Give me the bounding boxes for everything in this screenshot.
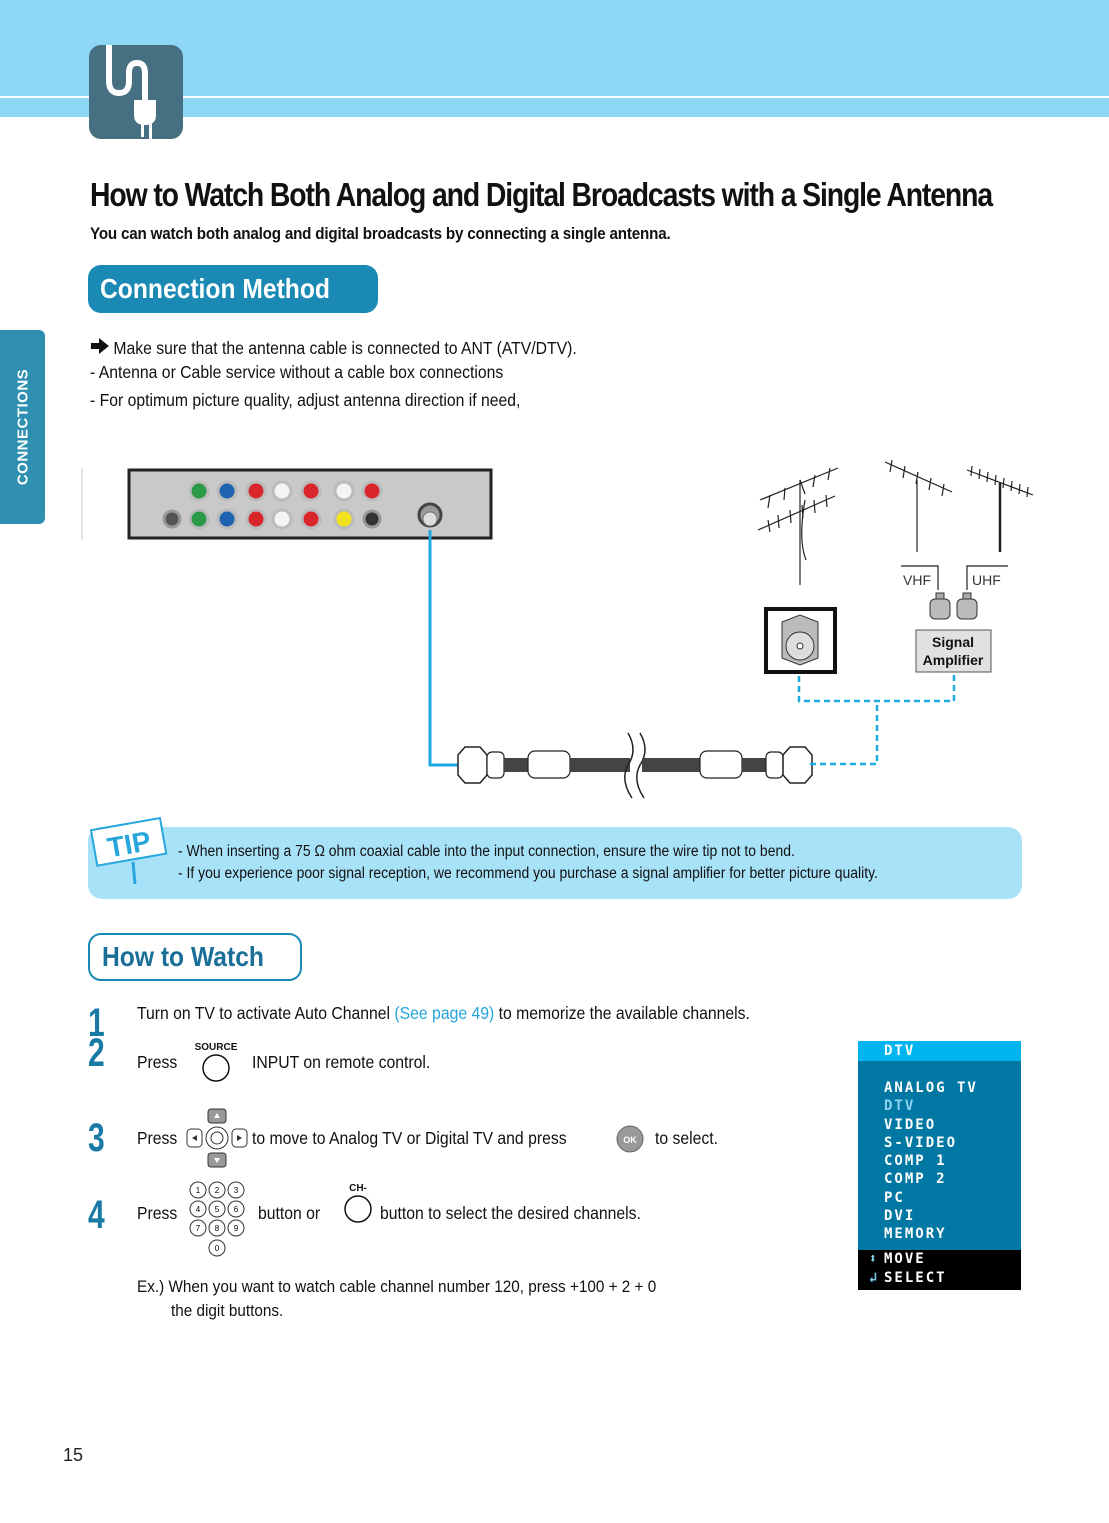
step-3-text-end: to select. xyxy=(655,1128,719,1148)
svg-text:5: 5 xyxy=(215,1205,220,1214)
cable-solid-line xyxy=(428,530,465,767)
svg-text:6: 6 xyxy=(234,1205,239,1214)
instruction-line: - For optimum picture quality, adjust an… xyxy=(90,390,521,410)
channel-down-button-icon: CH- xyxy=(340,1184,376,1224)
osd-item[interactable]: DTV xyxy=(884,1097,978,1115)
svg-text:8: 8 xyxy=(215,1224,220,1233)
see-page-link[interactable]: (See page 49) xyxy=(394,1003,494,1023)
input-source-osd-menu: DTV ANALOG TV DTV VIDEO S-VIDEO COMP 1 COMP 2… xyxy=(858,1041,1021,1290)
coaxial-cable xyxy=(457,732,813,799)
page-number: 15 xyxy=(63,1445,84,1465)
vhf-label: VHF xyxy=(903,572,931,588)
digit-key-icon: 6 xyxy=(227,1200,245,1218)
av-jacks-top-row xyxy=(188,480,383,502)
example-line: the digit buttons. xyxy=(171,1301,284,1320)
connection-diagram: VHF UHF Signal Amplifier xyxy=(81,459,1034,799)
svg-text:1: 1 xyxy=(196,1186,201,1195)
svg-text:9: 9 xyxy=(234,1224,239,1233)
cable-dashed-lines xyxy=(797,673,956,766)
plug-icon xyxy=(89,45,183,139)
tip-box xyxy=(88,827,1022,899)
digit-key-icon: 4 xyxy=(189,1200,207,1218)
tv-rear-panel xyxy=(81,468,493,540)
svg-text:4: 4 xyxy=(196,1205,201,1214)
step-press-label: Press xyxy=(137,1128,178,1148)
svg-text:OK: OK xyxy=(623,1135,637,1145)
digit-key-icon: 5 xyxy=(208,1200,226,1218)
digit-key-icon: 1 xyxy=(189,1181,207,1199)
connection-method-heading: Connection Method xyxy=(88,265,378,313)
svg-text:3: 3 xyxy=(234,1186,239,1195)
svg-text:Amplifier: Amplifier xyxy=(923,652,984,668)
step-number: 2 xyxy=(88,1031,105,1075)
osd-source-list: ANALOG TV DTV VIDEO S-VIDEO COMP 1 COMP 2 PC DV… xyxy=(884,1079,978,1244)
svg-text:0: 0 xyxy=(215,1244,220,1253)
step-number: 4 xyxy=(88,1193,105,1237)
svg-text:2: 2 xyxy=(215,1186,220,1195)
digit-key-icon: 8 xyxy=(208,1219,226,1237)
osd-item[interactable]: COMP 1 xyxy=(884,1152,978,1170)
page-subtitle: You can watch both analog and digital br… xyxy=(90,225,671,243)
tip-line: - When inserting a 75 Ω ohm coaxial cabl… xyxy=(178,843,795,860)
step-3-text: to move to Analog TV or Digital TV and p… xyxy=(252,1128,567,1148)
source-button-icon: SOURCE xyxy=(188,1043,244,1083)
step-2-text: INPUT on remote control. xyxy=(252,1052,431,1072)
digit-key-icon: 3 xyxy=(227,1181,245,1199)
osd-header: DTV xyxy=(858,1041,1021,1061)
step-number: 3 xyxy=(88,1116,105,1160)
step-press-label: Press xyxy=(137,1052,178,1072)
osd-item[interactable]: MEMORY xyxy=(884,1225,978,1243)
step-1-text: Turn on TV to activate Auto Channel (See… xyxy=(137,1003,750,1023)
digit-key-icon: 0 xyxy=(208,1239,226,1257)
f-connectors xyxy=(929,592,978,620)
tip-line: - If you experience poor signal receptio… xyxy=(178,865,878,882)
ok-button-icon: OK xyxy=(616,1125,644,1153)
step-4-text: button or xyxy=(258,1203,321,1223)
osd-footer: ⬍ MOVE ↲ SELECT xyxy=(858,1250,1021,1290)
navigation-pad-icon xyxy=(186,1108,248,1168)
arrow-right-icon xyxy=(90,338,113,359)
ant-input-jack xyxy=(417,502,443,528)
osd-item[interactable]: COMP 2 xyxy=(884,1170,978,1188)
antenna-uhf xyxy=(966,465,1034,552)
digit-key-icon: 7 xyxy=(189,1219,207,1237)
example-line: Ex.) When you want to watch cable channe… xyxy=(137,1277,657,1296)
digit-key-icon: 2 xyxy=(208,1181,226,1199)
wall-coax-outlet xyxy=(764,607,837,674)
svg-text:7: 7 xyxy=(196,1224,201,1233)
osd-item[interactable]: PC xyxy=(884,1189,978,1207)
osd-item[interactable]: ANALOG TV xyxy=(884,1079,978,1097)
enter-icon: ↲ xyxy=(868,1270,878,1286)
osd-item[interactable]: VIDEO xyxy=(884,1116,978,1134)
page-title: How to Watch Both Analog and Digital Bro… xyxy=(90,176,993,213)
how-to-watch-heading: How to Watch xyxy=(88,933,302,981)
number-keypad-icon: 1 2 3 4 5 6 7 8 9 0 xyxy=(189,1181,245,1257)
digit-key-icon: 9 xyxy=(227,1219,245,1237)
signal-amplifier: Signal Amplifier xyxy=(915,629,992,673)
instruction-line: Make sure that the antenna cable is conn… xyxy=(90,338,577,359)
antenna-vhf xyxy=(884,459,953,552)
step-press-label: Press xyxy=(137,1203,178,1223)
uhf-label: UHF xyxy=(972,572,1001,588)
step-4-text-end: button to select the desired channels. xyxy=(380,1203,641,1223)
antenna-combo xyxy=(757,467,839,585)
svg-text:Signal: Signal xyxy=(932,634,974,650)
instruction-line: - Antenna or Cable service without a cab… xyxy=(90,362,504,382)
tip-sign-icon: TIP xyxy=(89,816,168,884)
osd-item[interactable]: DVI xyxy=(884,1207,978,1225)
up-down-arrows-icon: ⬍ xyxy=(868,1251,878,1267)
osd-item[interactable]: S-VIDEO xyxy=(884,1134,978,1152)
